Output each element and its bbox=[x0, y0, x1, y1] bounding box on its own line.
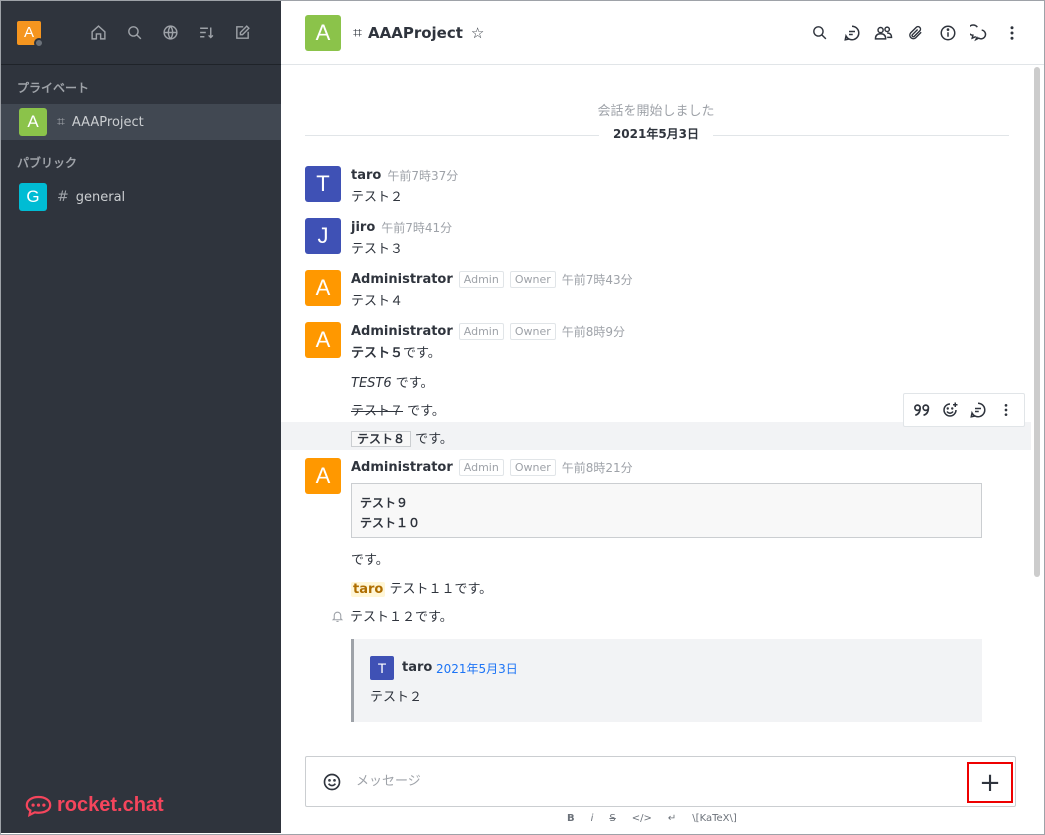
sidebar: A プライベート A ⌗ AAAProject パブリック G # genera… bbox=[1, 1, 281, 833]
inline-code: テスト８ bbox=[351, 431, 412, 447]
message[interactable]: J jiro 午前7時41分 テスト３ bbox=[305, 218, 1005, 257]
message-text: テスト１２です。 bbox=[331, 606, 453, 625]
message-timestamp: 午前8時21分 bbox=[561, 460, 633, 475]
info-icon[interactable] bbox=[938, 23, 957, 42]
katex-format-button[interactable]: \[KaTeX\] bbox=[692, 813, 736, 824]
conversation-start: 会話を開始しました bbox=[597, 104, 715, 119]
message[interactable]: A Administrator Admin Owner 午前8時21分 bbox=[305, 458, 1005, 494]
role-badge: Owner bbox=[509, 322, 556, 340]
threads-icon[interactable] bbox=[842, 23, 861, 42]
rocketchat-logo: rocket.chat bbox=[25, 794, 164, 817]
search-icon[interactable] bbox=[810, 23, 829, 42]
home-icon[interactable] bbox=[89, 23, 108, 42]
bell-icon bbox=[331, 611, 344, 622]
add-reaction-icon[interactable] bbox=[940, 400, 960, 420]
role-badge: Admin bbox=[458, 458, 504, 476]
quote-text: テスト２ bbox=[370, 690, 423, 705]
avatar[interactable]: A bbox=[305, 458, 341, 494]
message-timestamp: 午前7時41分 bbox=[381, 220, 453, 235]
directory-icon[interactable] bbox=[161, 23, 180, 42]
room-title: AAAProject bbox=[368, 23, 463, 42]
user-mention[interactable]: taro bbox=[351, 582, 386, 597]
avatar[interactable]: A bbox=[305, 322, 341, 358]
message-text: テスト４ bbox=[351, 294, 404, 309]
sidebar-item-general[interactable]: G # general bbox=[1, 179, 281, 215]
quote-username[interactable]: taro bbox=[402, 660, 432, 675]
message-text: テスト３ bbox=[351, 242, 404, 257]
user-avatar[interactable]: A bbox=[17, 20, 44, 48]
kebab-menu-icon[interactable] bbox=[996, 400, 1016, 420]
sidebar-item-aaaproject[interactable]: A ⌗ AAAProject bbox=[1, 104, 281, 140]
quote-icon[interactable] bbox=[912, 400, 932, 420]
message-username[interactable]: Administrator bbox=[351, 272, 453, 287]
message-username[interactable]: jiro bbox=[351, 220, 375, 235]
room-avatar: A bbox=[305, 14, 341, 51]
status-indicator bbox=[34, 37, 44, 48]
formatting-toolbar: B i S </> ↵ \[KaTeX\] bbox=[567, 813, 737, 824]
main-panel: A ⌗ AAAProject ☆ 会話を開始しました 2021年5月3日 T t… bbox=[281, 1, 1044, 833]
message[interactable]: A Administrator Admin Owner 午前8時9分 テスト５で… bbox=[305, 322, 1005, 361]
scrollbar[interactable] bbox=[1034, 67, 1040, 577]
avatar[interactable]: T bbox=[305, 166, 341, 202]
message-timestamp: 午前8時9分 bbox=[561, 324, 626, 339]
message-timestamp: 午前7時37分 bbox=[387, 168, 459, 183]
quote-date-link[interactable]: 2021年5月3日 bbox=[436, 660, 518, 677]
members-icon[interactable] bbox=[874, 23, 893, 42]
message[interactable]: A Administrator Admin Owner 午前7時43分 テスト４ bbox=[305, 270, 1005, 309]
role-badge: Owner bbox=[509, 270, 556, 288]
favorite-star-icon[interactable]: ☆ bbox=[471, 24, 484, 42]
message-text: taro テスト１１です。 bbox=[351, 582, 493, 597]
sort-icon[interactable] bbox=[197, 23, 216, 42]
private-channel-icon: ⌗ bbox=[57, 114, 65, 130]
message-text: です。 bbox=[351, 553, 389, 568]
sidebar-header: A bbox=[1, 1, 281, 65]
role-badge: Admin bbox=[458, 322, 504, 340]
create-new-icon[interactable] bbox=[233, 23, 252, 42]
room-avatar: A bbox=[19, 108, 47, 136]
reply-in-thread-icon[interactable] bbox=[968, 400, 988, 420]
section-public: パブリック bbox=[17, 156, 78, 170]
message-username[interactable]: Administrator bbox=[351, 460, 453, 475]
multiline-icon[interactable]: ↵ bbox=[668, 813, 676, 824]
private-channel-icon: ⌗ bbox=[353, 22, 363, 42]
message-text: テスト７ です。 bbox=[351, 404, 445, 419]
message-composer: + bbox=[305, 756, 1016, 807]
message-text: テスト２ bbox=[351, 190, 404, 205]
code-format-button[interactable]: </> bbox=[632, 813, 652, 824]
message-text: テスト５です。 bbox=[351, 346, 441, 361]
room-header: A ⌗ AAAProject ☆ bbox=[281, 1, 1044, 65]
role-badge: Owner bbox=[509, 458, 556, 476]
message-actions-toolbar bbox=[903, 393, 1025, 427]
date-divider: 2021年5月3日 bbox=[281, 125, 1031, 145]
add-action-button[interactable]: + bbox=[967, 762, 1013, 803]
avatar[interactable]: T bbox=[370, 656, 394, 680]
sidebar-item-label: AAAProject bbox=[71, 114, 144, 130]
message-username[interactable]: taro bbox=[351, 168, 381, 183]
strike-format-button[interactable]: S bbox=[609, 813, 615, 824]
message-timestamp: 午前7時43分 bbox=[561, 272, 633, 287]
bold-format-button[interactable]: B bbox=[567, 813, 575, 824]
section-private: プライベート bbox=[17, 81, 90, 95]
discussion-icon[interactable] bbox=[970, 23, 989, 42]
channel-icon: # bbox=[57, 189, 69, 205]
emoji-picker-icon[interactable] bbox=[322, 772, 342, 792]
message-text: テスト８ です。 bbox=[351, 428, 453, 447]
kebab-menu-icon[interactable] bbox=[1002, 23, 1021, 42]
role-badge: Admin bbox=[458, 270, 504, 288]
message-username[interactable]: Administrator bbox=[351, 324, 453, 339]
code-block: テスト９ テスト１０ bbox=[351, 483, 982, 538]
message-input[interactable] bbox=[356, 774, 936, 789]
quoted-message[interactable]: T taro 2021年5月3日 テスト２ bbox=[351, 639, 982, 722]
rocket-logo-icon bbox=[25, 795, 52, 817]
avatar[interactable]: J bbox=[305, 218, 341, 254]
italic-format-button[interactable]: i bbox=[591, 813, 594, 824]
message[interactable]: T taro 午前7時37分 テスト２ bbox=[305, 166, 1005, 205]
message-text: TEST6 です。 bbox=[351, 376, 434, 391]
avatar[interactable]: A bbox=[305, 270, 341, 306]
sidebar-item-label: general bbox=[75, 189, 126, 205]
attachment-icon[interactable] bbox=[906, 23, 925, 42]
room-avatar: G bbox=[19, 183, 47, 211]
search-icon[interactable] bbox=[125, 23, 144, 42]
